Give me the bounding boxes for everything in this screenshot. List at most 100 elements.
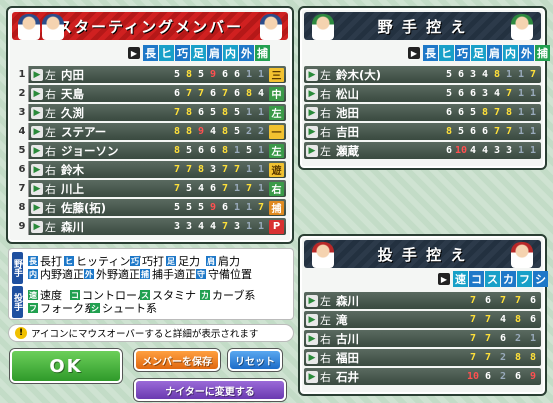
table-row[interactable]: 9 ▶ 左森川 3 3 4 4 7 3 1 1 P	[16, 218, 286, 235]
ratings: 77621	[452, 333, 539, 344]
table-row[interactable]: 7 ▶ 右川上 7 5 4 6 7 1 7 1 右	[16, 180, 286, 197]
hand: 左	[320, 144, 331, 158]
table-row[interactable]: ▶ 左鈴木(大) 5 6 3 4 8 1 1 7	[304, 66, 541, 83]
mascot-icon	[18, 14, 40, 40]
table-row[interactable]: ▶ 左滝 7 7 4 8 6	[304, 311, 541, 328]
rating-value	[452, 352, 464, 363]
rating-value: 1	[257, 69, 265, 80]
rating-value: 6	[469, 88, 477, 99]
starting-header: ▶ 長ヒ巧足肩内外捕	[128, 44, 270, 62]
header-3: 足	[471, 45, 486, 61]
legend-text: 守備位置	[208, 268, 252, 281]
header-5: 内	[503, 45, 518, 61]
player-icon[interactable]: ▶	[306, 106, 318, 119]
save-members-button[interactable]: メンバーを保存	[134, 349, 220, 371]
legend-text: 内野適正	[40, 268, 84, 281]
rating-value: 1	[245, 202, 253, 213]
rating-value: 4	[209, 221, 217, 232]
table-row[interactable]: ▶ 左森川 7 6 7 7 6	[304, 292, 541, 309]
player-icon[interactable]: ▶	[31, 68, 43, 81]
player-icon[interactable]: ▶	[31, 220, 43, 233]
player-name: 久渕	[61, 105, 84, 120]
rating-value: 8	[221, 126, 229, 137]
ratings: 56634711	[443, 88, 539, 99]
table-row[interactable]: 1 ▶ 左内田 5 8 5 9 6 6 1 1 三	[16, 66, 286, 83]
table-row[interactable]: ▶ 右古川 7 7 6 2 1	[304, 330, 541, 347]
player-icon[interactable]: ▶	[31, 201, 43, 214]
legend-item: カカーブ系	[200, 287, 255, 303]
table-row[interactable]: 6 ▶ 右鈴木 7 7 8 3 7 7 1 1 遊	[16, 161, 286, 178]
rating-value: 1	[529, 88, 537, 99]
header-2: 巧	[455, 45, 470, 61]
player-icon[interactable]: ▶	[306, 87, 318, 100]
hand: 右	[45, 144, 56, 158]
rating-value: 1	[257, 145, 265, 156]
rating-value: 8	[514, 352, 522, 363]
player-icon[interactable]: ▶	[31, 125, 43, 138]
rating-value: 7	[484, 352, 492, 363]
night-game-button[interactable]: ナイターに変更する	[134, 379, 286, 401]
rating-value: 5	[185, 145, 193, 156]
table-row[interactable]: ▶ 右池田 6 6 5 8 7 8 1 1	[304, 104, 541, 121]
player-icon[interactable]: ▶	[31, 182, 43, 195]
player-icon[interactable]: ▶	[31, 87, 43, 100]
rating-value: 7	[221, 88, 229, 99]
batting-order: 3	[16, 104, 29, 121]
rating-value: 3	[233, 221, 241, 232]
rating-value: 10	[455, 145, 468, 156]
position-badge: P	[269, 219, 284, 234]
player-icon[interactable]: ▶	[306, 332, 318, 345]
table-row[interactable]: ▶ 右吉田 8 5 6 6 7 7 1 1	[304, 123, 541, 140]
rating-value: 5	[209, 107, 217, 118]
table-row[interactable]: ▶ 左瀬蔵 6 10 4 4 3 3 1 1	[304, 142, 541, 159]
rating-value: 2	[514, 333, 522, 344]
header-1: コ	[469, 271, 484, 287]
mascot-icon	[511, 242, 533, 268]
table-row[interactable]: 3 ▶ 左久渕 7 8 6 5 8 5 1 1 左	[16, 104, 286, 121]
player-icon[interactable]: ▶	[306, 294, 318, 307]
rating-value: 1	[517, 69, 525, 80]
arrow-icon: ▶	[128, 47, 140, 59]
bench-pitchers-title: 投 手 控 え	[304, 240, 541, 268]
legend-key: 守	[196, 269, 206, 279]
rating-value: 7	[245, 183, 253, 194]
ratings: 77288	[452, 352, 539, 363]
table-row[interactable]: 8 ▶ 右佐藤(拓) 5 5 5 9 6 1 1 7 捕	[16, 199, 286, 216]
rating-value: 6	[197, 107, 205, 118]
ok-button[interactable]: OK	[10, 349, 122, 383]
rating-value: 7	[529, 69, 537, 80]
player-icon[interactable]: ▶	[306, 351, 318, 364]
player-icon[interactable]: ▶	[31, 144, 43, 157]
exclamation-icon: !	[15, 327, 27, 339]
legend-text: 外野適正	[96, 268, 140, 281]
table-row[interactable]: ▶ 右石井 10 6 2 6 9	[304, 368, 541, 385]
table-row[interactable]: ▶ 右福田 7 7 2 8 8	[304, 349, 541, 366]
player-icon[interactable]: ▶	[306, 313, 318, 326]
rating-value: 5	[233, 126, 241, 137]
table-row[interactable]: 2 ▶ 右天島 6 7 7 6 7 6 8 4 中	[16, 85, 286, 102]
ratings: 10 6 2 6 9	[452, 371, 539, 382]
legend-item: フフォーク系	[28, 300, 95, 316]
player-icon[interactable]: ▶	[31, 106, 43, 119]
rating-value: 6	[221, 69, 229, 80]
table-row[interactable]: 5 ▶ 右ジョーソン 8 5 6 6 8 1 5 1 左	[16, 142, 286, 159]
player-icon[interactable]: ▶	[306, 125, 318, 138]
player-icon[interactable]: ▶	[306, 68, 318, 81]
rating-value	[452, 314, 464, 325]
player-icon[interactable]: ▶	[306, 144, 318, 157]
table-row[interactable]: ▶ 右松山 5 6 6 3 4 7 1 1	[304, 85, 541, 102]
bench-pitchers-panel: 投 手 控 え ▶ 速コスカフシ ▶ 左森川 7 6 7 7 6 ▶ 左滝 7 7 4 8 6 ▶ 右古川 7 7 6…	[298, 234, 548, 396]
hand: 左	[320, 313, 331, 327]
rating-value: 7	[173, 107, 181, 118]
table-row[interactable]: 4 ▶ 左ステアー 8 8 9 4 8 5 2 2 一	[16, 123, 286, 140]
rating-value: 8	[185, 126, 193, 137]
hand: 左	[45, 220, 56, 234]
player-icon[interactable]: ▶	[31, 163, 43, 176]
rating-value: 5	[245, 145, 253, 156]
rating-value: 8	[505, 107, 513, 118]
position-badge: 一	[269, 124, 284, 139]
mascot-icon	[260, 14, 282, 40]
reset-button[interactable]: リセット	[228, 349, 282, 371]
player-icon[interactable]: ▶	[306, 370, 318, 383]
rating-value: 9	[209, 69, 217, 80]
